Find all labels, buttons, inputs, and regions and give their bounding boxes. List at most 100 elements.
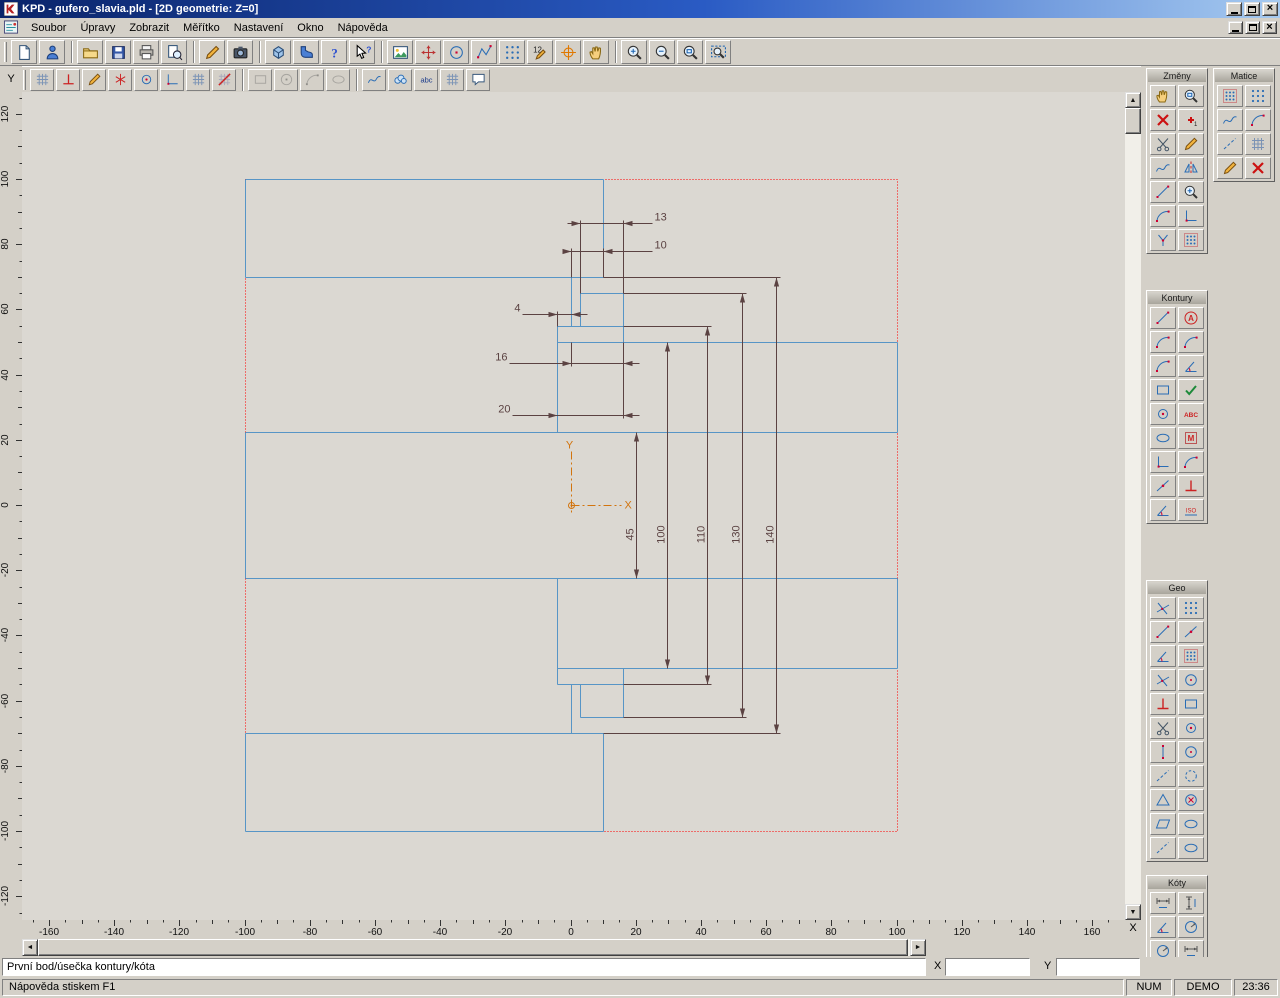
menu-okno[interactable]: Okno: [290, 19, 330, 37]
geo-point-single-button[interactable]: [1178, 621, 1204, 643]
contour-text-button[interactable]: [1178, 307, 1204, 329]
contour-accept-button[interactable]: [1178, 379, 1204, 401]
geo-line-cross-button[interactable]: [1150, 669, 1176, 691]
contour-arc-cw-button[interactable]: [1150, 331, 1176, 353]
geo-circle-tangent-button[interactable]: [1178, 717, 1204, 739]
menu-soubor[interactable]: Soubor: [24, 19, 73, 37]
dim-diameter-button[interactable]: [1178, 916, 1204, 938]
document-restore-button[interactable]: [1245, 21, 1260, 34]
smooth-element-button[interactable]: [1150, 157, 1176, 179]
polyline-tool-button[interactable]: [471, 40, 497, 64]
delete-element-button[interactable]: [1150, 109, 1176, 131]
geo-rect-points-button[interactable]: [1178, 693, 1204, 715]
fillet-element-button[interactable]: [1150, 205, 1176, 227]
drawing-canvas[interactable]: 13104162045100110130140YX: [22, 92, 1125, 920]
chamfer-element-button[interactable]: [1178, 205, 1204, 227]
edit-dimensions-button[interactable]: [527, 40, 553, 64]
menu-zobrazit[interactable]: Zobrazit: [122, 19, 176, 37]
save-file-button[interactable]: [105, 40, 131, 64]
contour-circle-button[interactable]: [1150, 403, 1176, 425]
panel-title[interactable]: Změny: [1148, 70, 1206, 82]
geo-line-vertical-button[interactable]: [1150, 741, 1176, 763]
close-button[interactable]: ×: [1262, 2, 1278, 16]
geo-ellipse-button[interactable]: [1178, 813, 1204, 835]
mirror-element-button[interactable]: [1178, 157, 1204, 179]
text-tool-button[interactable]: [414, 69, 438, 91]
horizontal-scroll-thumb[interactable]: [38, 939, 908, 956]
geo-circle-2pt-button[interactable]: [1178, 669, 1204, 691]
matrix-points-button[interactable]: [1245, 85, 1271, 107]
menu-nastaveni[interactable]: Nastavení: [227, 19, 291, 37]
dim-vertical-button[interactable]: [1178, 892, 1204, 914]
trim-element-button[interactable]: [1150, 133, 1176, 155]
toolpath-trace-button[interactable]: [293, 40, 319, 64]
scroll-up-button[interactable]: ▲: [1125, 92, 1141, 108]
pan-view-button[interactable]: [583, 40, 609, 64]
dim-angular-button[interactable]: [1150, 916, 1176, 938]
contour-perpendicular-button[interactable]: [1178, 475, 1204, 497]
zoom-out-button[interactable]: [649, 40, 675, 64]
panel-title[interactable]: Kóty: [1148, 877, 1206, 889]
vertical-scrollbar[interactable]: ▲ ▼: [1125, 92, 1141, 920]
snapshot-button[interactable]: [227, 40, 253, 64]
corner-snap-button[interactable]: [160, 69, 184, 91]
note-tool-button[interactable]: [466, 69, 490, 91]
document-close-button[interactable]: ×: [1262, 21, 1277, 34]
grid-on-button[interactable]: [186, 69, 210, 91]
print-button[interactable]: [133, 40, 159, 64]
toolbar-grip[interactable]: [23, 70, 26, 90]
geo-parallelogram-button[interactable]: [1150, 813, 1176, 835]
scroll-left-button[interactable]: ◄: [22, 939, 38, 956]
contour-iso-button[interactable]: [1178, 499, 1204, 521]
point-marker-button[interactable]: [108, 69, 132, 91]
geo-line-trim-button[interactable]: [1150, 717, 1176, 739]
stretch-element-button[interactable]: [1150, 181, 1176, 203]
geo-circle-dashed-button[interactable]: [1178, 765, 1204, 787]
matrix-rows-button[interactable]: [1245, 133, 1271, 155]
zoom-region-button[interactable]: [1178, 85, 1204, 107]
scroll-down-button[interactable]: ▼: [1125, 904, 1141, 920]
grid-off-button[interactable]: [212, 69, 236, 91]
transform-move-button[interactable]: [415, 40, 441, 64]
contour-round-button[interactable]: [1178, 451, 1204, 473]
menu-meritko[interactable]: Měřítko: [176, 19, 227, 37]
snap-grid-button[interactable]: [30, 69, 54, 91]
inspect-element-button[interactable]: [1178, 181, 1204, 203]
geo-line-2pt-button[interactable]: [1150, 621, 1176, 643]
circle-tool-button[interactable]: [443, 40, 469, 64]
print-preview-button[interactable]: [161, 40, 187, 64]
geo-ellipse-rotated-button[interactable]: [1178, 837, 1204, 859]
geo-point-set-button[interactable]: [1178, 597, 1204, 619]
scroll-right-button[interactable]: ►: [910, 939, 926, 956]
geo-line-perp-button[interactable]: [1150, 693, 1176, 715]
matrix-free-button[interactable]: [1217, 133, 1243, 155]
drag-move-button[interactable]: [1150, 85, 1176, 107]
new-drawing-button[interactable]: [11, 40, 37, 64]
split-element-button[interactable]: [1150, 229, 1176, 251]
panel-title[interactable]: Matice: [1215, 70, 1273, 82]
geo-triangle-button[interactable]: [1150, 789, 1176, 811]
document-minimize-button[interactable]: [1228, 21, 1243, 34]
geo-circle-cross-button[interactable]: [1178, 789, 1204, 811]
restore-button[interactable]: [1244, 2, 1260, 16]
geo-circle-center-button[interactable]: [1178, 741, 1204, 763]
geo-point-grid-button[interactable]: [1178, 645, 1204, 667]
menu-napoveda[interactable]: Nápověda: [331, 19, 395, 37]
ellipse-tool-button[interactable]: [326, 69, 350, 91]
contour-angle-set-button[interactable]: [1150, 499, 1176, 521]
contour-fillet-button[interactable]: [1150, 451, 1176, 473]
view-3d-button[interactable]: [265, 40, 291, 64]
contour-angle-button[interactable]: [1178, 355, 1204, 377]
matrix-rectangular-button[interactable]: [1217, 85, 1243, 107]
geo-line-dashed-button[interactable]: [1150, 765, 1176, 787]
zoom-extents-button[interactable]: [705, 40, 731, 64]
dim-horizontal-button[interactable]: [1150, 892, 1176, 914]
matrix-edit-button[interactable]: [1217, 157, 1243, 179]
element-to-matrix-button[interactable]: [1178, 229, 1204, 251]
geo-line-angle-button[interactable]: [1150, 645, 1176, 667]
panel-title[interactable]: Kontury: [1148, 292, 1206, 304]
point-matrix-button[interactable]: [499, 40, 525, 64]
copy-element-button[interactable]: [1178, 109, 1204, 131]
contour-rectangle-button[interactable]: [1150, 379, 1176, 401]
rectangle-tool-button[interactable]: [248, 69, 272, 91]
